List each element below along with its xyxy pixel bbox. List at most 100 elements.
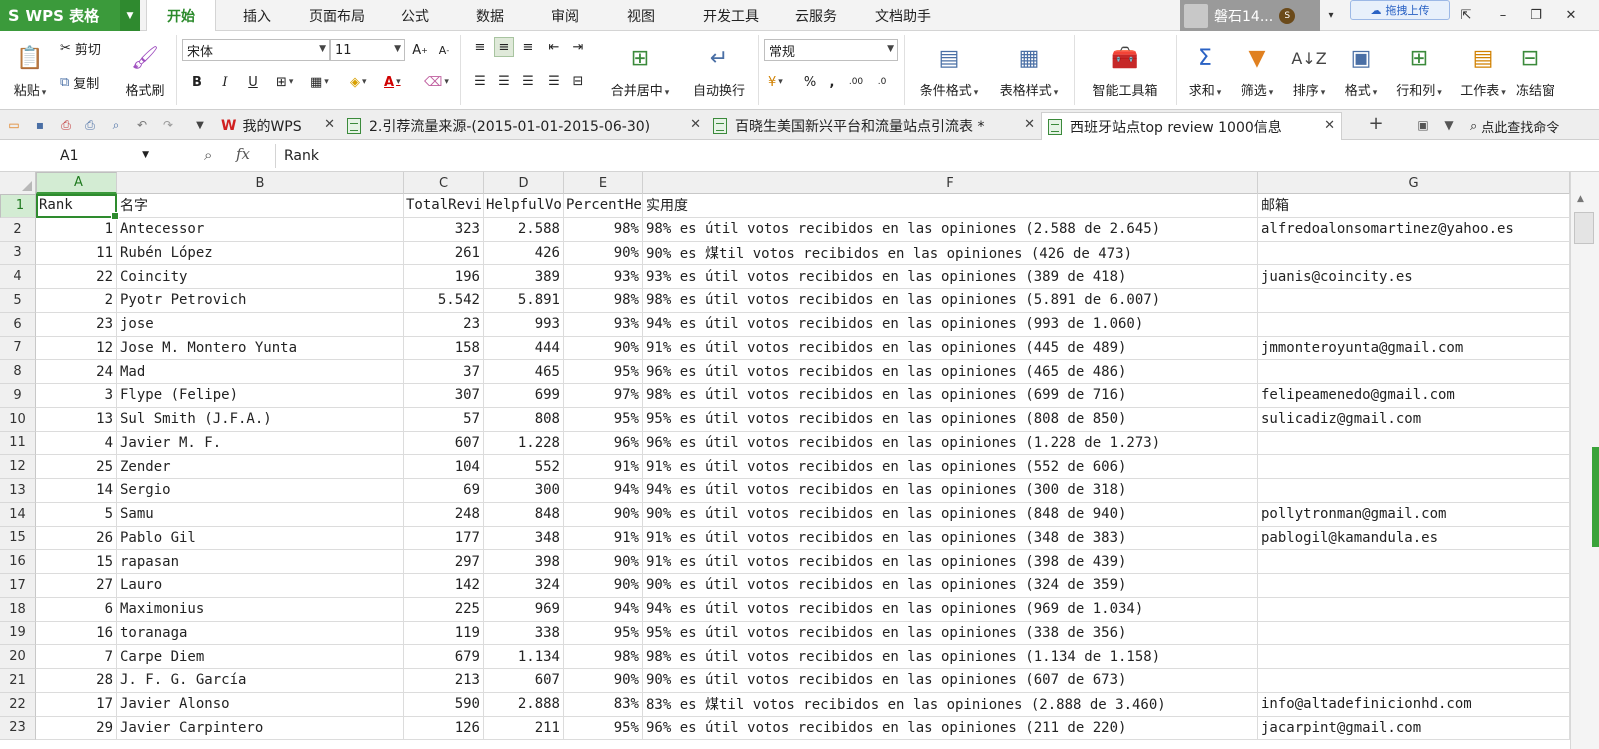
- cell[interactable]: Pyotr Petrovich: [117, 289, 404, 313]
- sort-button[interactable]: A↓Z 排序: [1284, 37, 1334, 107]
- paste-button[interactable]: 📋 粘贴: [8, 37, 52, 107]
- clear-format-icon[interactable]: ⌫: [424, 71, 449, 93]
- cell[interactable]: 196: [404, 265, 484, 289]
- format-painter-button[interactable]: 🖌 格式刷: [120, 37, 170, 107]
- column-header[interactable]: D: [484, 172, 564, 194]
- cell[interactable]: 95%: [564, 360, 643, 384]
- smart-toolbox-button[interactable]: 🧰 智能工具箱: [1080, 37, 1170, 107]
- cell[interactable]: 1.228: [484, 431, 564, 456]
- cell[interactable]: 24: [36, 360, 117, 384]
- cell[interactable]: 2.888: [484, 692, 564, 717]
- cell[interactable]: 699: [484, 384, 564, 408]
- cell[interactable]: 95%: [564, 407, 643, 432]
- cell[interactable]: Rubén López: [117, 241, 404, 266]
- cell[interactable]: 90%: [564, 669, 643, 693]
- cell[interactable]: 57: [404, 407, 484, 432]
- cell[interactable]: jmmonteroyunta@gmail.com: [1258, 336, 1570, 361]
- close-icon[interactable]: ✕: [1560, 4, 1582, 26]
- row-header[interactable]: 4: [0, 265, 36, 289]
- cell[interactable]: 3: [36, 384, 117, 408]
- copy-button[interactable]: ⧉ 复制: [60, 71, 99, 93]
- cell[interactable]: juanis@coincity.es: [1258, 265, 1570, 289]
- select-all-corner[interactable]: [0, 172, 36, 194]
- italic-button[interactable]: I: [216, 71, 234, 93]
- cell[interactable]: Javier Carpintero: [117, 716, 404, 741]
- cut-button[interactable]: ✂ 剪切: [60, 37, 101, 59]
- doc-tab-referral-traffic[interactable]: 2.引荐流量来源-(2015-01-01-2015-06-30) ✕: [341, 112, 707, 140]
- cell[interactable]: TotalRevi: [404, 194, 484, 218]
- cell[interactable]: 90%: [564, 241, 643, 266]
- cell[interactable]: 465: [484, 360, 564, 384]
- cell[interactable]: 5: [36, 502, 117, 527]
- side-panel-toggle[interactable]: [1592, 447, 1599, 547]
- cell[interactable]: 607: [404, 431, 484, 456]
- cell[interactable]: Antecessor: [117, 217, 404, 242]
- cell[interactable]: 324: [484, 574, 564, 598]
- freeze-panes-button[interactable]: ⊟ 冻结窗: [1516, 37, 1576, 107]
- cell[interactable]: 90% es útil votos recibidos en las opini…: [643, 669, 1258, 693]
- cell[interactable]: alfredoalonsomartinez@yahoo.es: [1258, 217, 1570, 242]
- cell[interactable]: 94% es útil votos recibidos en las opini…: [643, 312, 1258, 337]
- cell[interactable]: 91%: [564, 526, 643, 551]
- cell[interactable]: [1258, 597, 1570, 622]
- cell[interactable]: 426: [484, 241, 564, 266]
- undo-icon[interactable]: ↶: [134, 117, 150, 133]
- command-search[interactable]: ⌕ 点此查找命令: [1470, 112, 1559, 140]
- column-header[interactable]: B: [117, 172, 404, 194]
- borders-icon[interactable]: ⊞: [276, 71, 293, 93]
- cell[interactable]: 邮箱: [1258, 194, 1570, 218]
- cell[interactable]: 2.588: [484, 217, 564, 242]
- user-account[interactable]: 磐石14... S: [1180, 0, 1320, 31]
- cell[interactable]: 1.134: [484, 645, 564, 669]
- cell[interactable]: [1258, 550, 1570, 574]
- cell[interactable]: 90%: [564, 550, 643, 574]
- tab-data[interactable]: 数据: [465, 0, 515, 31]
- cell[interactable]: 91% es útil votos recibidos en las opini…: [643, 455, 1258, 479]
- doc-tab-traffic-sites[interactable]: 百晓生美国新兴平台和流量站点引流表 * ✕: [707, 112, 1041, 140]
- cell[interactable]: 90% es útil votos recibidos en las opini…: [643, 574, 1258, 598]
- indent-decrease-icon[interactable]: ⇤: [544, 37, 564, 57]
- restore-layout-icon[interactable]: ⇱: [1455, 4, 1477, 26]
- vertical-scrollbar[interactable]: ▲: [1570, 172, 1599, 749]
- cell[interactable]: 95%: [564, 621, 643, 646]
- print-preview-icon[interactable]: ⌕: [108, 117, 124, 133]
- cell[interactable]: 98% es útil votos recibidos en las opini…: [643, 217, 1258, 242]
- cell[interactable]: Jose M. Montero Yunta: [117, 336, 404, 361]
- cell[interactable]: [1258, 241, 1570, 266]
- close-icon[interactable]: ✕: [1324, 118, 1335, 133]
- app-menu-button[interactable]: S WPS 表格 ▼: [0, 0, 140, 31]
- column-header[interactable]: E: [564, 172, 643, 194]
- format-button[interactable]: ▣ 格式: [1336, 37, 1386, 107]
- cell[interactable]: toranaga: [117, 621, 404, 646]
- cell[interactable]: 17: [36, 692, 117, 717]
- cell[interactable]: pablogil@kamandula.es: [1258, 526, 1570, 551]
- chevron-down-icon[interactable]: ▼: [192, 117, 208, 133]
- redo-icon[interactable]: ↷: [160, 117, 176, 133]
- row-header[interactable]: 21: [0, 669, 36, 693]
- cell[interactable]: 104: [404, 455, 484, 479]
- comma-button[interactable]: ,: [824, 71, 840, 93]
- increase-font-icon[interactable]: A +: [410, 39, 430, 61]
- close-icon[interactable]: ✕: [1024, 117, 1035, 132]
- cell[interactable]: 297: [404, 550, 484, 574]
- cell[interactable]: 69: [404, 479, 484, 503]
- formula-input[interactable]: Rank: [275, 144, 1585, 168]
- minimize-icon[interactable]: –: [1492, 4, 1514, 26]
- decrease-decimal-icon[interactable]: .0: [872, 71, 892, 93]
- cell[interactable]: 348: [484, 526, 564, 551]
- cell[interactable]: 91% es útil votos recibidos en las opini…: [643, 336, 1258, 361]
- cell[interactable]: 91% es útil votos recibidos en las opini…: [643, 550, 1258, 574]
- cell[interactable]: sulicadiz@gmail.com: [1258, 407, 1570, 432]
- cell[interactable]: 389: [484, 265, 564, 289]
- indent-increase-icon[interactable]: ⇥: [568, 37, 588, 57]
- cell[interactable]: 96% es útil votos recibidos en las opini…: [643, 431, 1258, 456]
- row-header[interactable]: 13: [0, 479, 36, 503]
- row-col-button[interactable]: ⊞ 行和列: [1388, 37, 1450, 107]
- cell[interactable]: 969: [484, 597, 564, 622]
- cell[interactable]: 83% es 煤til votos recibidos en las opini…: [643, 692, 1258, 717]
- row-header[interactable]: 6: [0, 312, 36, 337]
- print-icon[interactable]: ⎙: [82, 117, 98, 133]
- cell[interactable]: 16: [36, 621, 117, 646]
- row-header[interactable]: 22: [0, 692, 36, 717]
- cell[interactable]: 83%: [564, 692, 643, 717]
